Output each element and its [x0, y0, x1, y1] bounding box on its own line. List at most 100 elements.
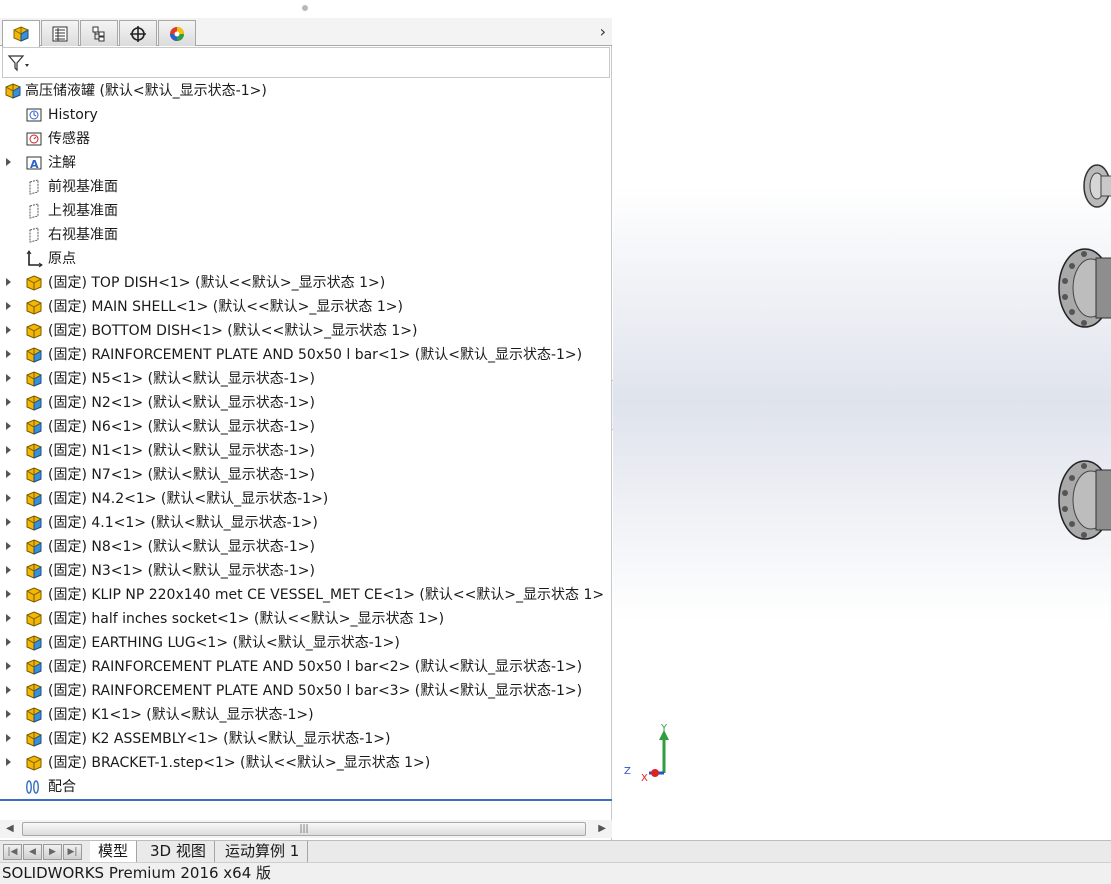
- filter-icon[interactable]: [7, 54, 31, 72]
- tree-item[interactable]: (固定) K2 ASSEMBLY<1> (默认<默认_显示状态-1>): [0, 727, 612, 751]
- assembly-icon: [26, 395, 42, 411]
- tree-item-label: (固定) N8<1> (默认<默认_显示状态-1>): [48, 539, 315, 555]
- tree-item-label: (固定) N6<1> (默认<默认_显示状态-1>): [48, 419, 315, 435]
- tree-item[interactable]: (固定) N2<1> (默认<默认_显示状态-1>): [0, 391, 612, 415]
- nozzle-flange-upper: [1058, 248, 1111, 328]
- graphics-area[interactable]: Y Z X: [613, 0, 1111, 840]
- tree-item-label: (固定) RAINFORCEMENT PLATE AND 50x50 l bar…: [48, 659, 583, 675]
- expand-arrow-icon[interactable]: [6, 518, 11, 526]
- tree-filter[interactable]: [2, 47, 610, 78]
- tree-item[interactable]: (固定) KLIP NP 220x140 met CE VESSEL_MET C…: [0, 583, 612, 607]
- model-view: Y Z X: [624, 164, 1111, 784]
- expand-arrow-icon[interactable]: [6, 422, 11, 430]
- tree-item[interactable]: (固定) N3<1> (默认<默认_显示状态-1>): [0, 559, 612, 583]
- part-icon: [26, 323, 42, 339]
- panel-grip[interactable]: [0, 0, 612, 18]
- expand-arrow-icon[interactable]: [6, 686, 11, 694]
- scroll-left-icon[interactable]: ◀: [6, 823, 14, 834]
- plane-icon: [29, 179, 39, 195]
- expand-arrow-icon[interactable]: [6, 374, 11, 382]
- dimxpert-tab[interactable]: [119, 20, 157, 46]
- tree-item[interactable]: A 注解: [0, 151, 612, 175]
- tree-item[interactable]: 前视基准面: [0, 175, 612, 199]
- tree-item[interactable]: (固定) EARTHING LUG<1> (默认<默认_显示状态-1>): [0, 631, 612, 655]
- expand-arrow-icon[interactable]: [6, 278, 11, 286]
- tree-item[interactable]: 上视基准面: [0, 199, 612, 223]
- expand-arrow-icon[interactable]: [6, 758, 11, 766]
- expand-arrow-icon[interactable]: [6, 614, 11, 622]
- assembly-icon: [26, 635, 42, 651]
- tree-item-label: (固定) KLIP NP 220x140 met CE VESSEL_MET C…: [48, 587, 605, 603]
- chevron-right-icon[interactable]: ›: [600, 22, 606, 41]
- tree-item[interactable]: 原点: [0, 247, 612, 271]
- configurationmanager-tab[interactable]: [80, 20, 118, 46]
- assembly-icon: [26, 491, 42, 507]
- tree-item[interactable]: (固定) N5<1> (默认<默认_显示状态-1>): [0, 367, 612, 391]
- tree-item-label: 传感器: [48, 131, 90, 147]
- tree-item[interactable]: (固定) 4.1<1> (默认<默认_显示状态-1>): [0, 511, 612, 535]
- mates-icon: [26, 780, 39, 794]
- expand-arrow-icon[interactable]: [6, 470, 11, 478]
- expand-arrow-icon[interactable]: [6, 446, 11, 454]
- next-tab-icon[interactable]: ▶: [43, 844, 62, 860]
- expand-arrow-icon[interactable]: [6, 638, 11, 646]
- propertymanager-tab[interactable]: [41, 20, 79, 46]
- display-manager-tab[interactable]: [158, 20, 196, 46]
- tree-item[interactable]: 右视基准面: [0, 223, 612, 247]
- expand-arrow-icon[interactable]: [6, 590, 11, 598]
- part-icon: [26, 299, 42, 315]
- tab-motion-study[interactable]: 运动算例 1: [217, 841, 309, 863]
- tree-item[interactable]: History: [0, 103, 612, 127]
- tree-item[interactable]: (固定) RAINFORCEMENT PLATE AND 50x50 l bar…: [0, 343, 612, 367]
- tab-model[interactable]: 模型: [90, 841, 138, 863]
- expand-arrow-icon[interactable]: [6, 662, 11, 670]
- expand-arrow-icon[interactable]: [6, 398, 11, 406]
- scrollbar-thumb[interactable]: |||: [22, 822, 586, 836]
- horizontal-scrollbar[interactable]: ◀ ||| ▶: [0, 820, 612, 838]
- tree-item[interactable]: (固定) N6<1> (默认<默认_显示状态-1>): [0, 415, 612, 439]
- tree-item[interactable]: (固定) N1<1> (默认<默认_显示状态-1>): [0, 439, 612, 463]
- tree-item-label: (固定) K1<1> (默认<默认_显示状态-1>): [48, 707, 314, 723]
- tree-item[interactable]: (固定) N7<1> (默认<默认_显示状态-1>): [0, 463, 612, 487]
- last-tab-icon[interactable]: ▶|: [63, 844, 82, 860]
- expand-arrow-icon[interactable]: [6, 566, 11, 574]
- expand-arrow-icon[interactable]: [6, 734, 11, 742]
- part-icon: [26, 587, 42, 603]
- assembly-icon: [26, 563, 42, 579]
- tree-item[interactable]: (固定) N8<1> (默认<默认_显示状态-1>): [0, 535, 612, 559]
- expand-arrow-icon[interactable]: [6, 158, 11, 166]
- sensor-icon: [26, 132, 42, 146]
- tree-item[interactable]: (固定) half inches socket<1> (默认<<默认>_显示状态…: [0, 607, 612, 631]
- scroll-right-icon[interactable]: ▶: [598, 823, 606, 834]
- tab-3d-view[interactable]: 3D 视图: [142, 841, 215, 863]
- tree-end-marker: [0, 799, 612, 801]
- plane-icon: [29, 227, 39, 243]
- assembly-icon: [26, 707, 42, 723]
- tree-item[interactable]: (固定) N4.2<1> (默认<默认_显示状态-1>): [0, 487, 612, 511]
- prev-tab-icon[interactable]: ◀: [23, 844, 42, 860]
- tree-item[interactable]: (固定) BRACKET-1.step<1> (默认<<默认>_显示状态 1>): [0, 751, 612, 775]
- expand-arrow-icon[interactable]: [6, 326, 11, 334]
- tree-item-label: (固定) 4.1<1> (默认<默认_显示状态-1>): [48, 515, 318, 531]
- expand-arrow-icon[interactable]: [6, 350, 11, 358]
- tree-item[interactable]: (固定) RAINFORCEMENT PLATE AND 50x50 l bar…: [0, 655, 612, 679]
- tree-item[interactable]: (固定) TOP DISH<1> (默认<<默认>_显示状态 1>): [0, 271, 612, 295]
- featuremanager-tab[interactable]: [2, 20, 40, 47]
- tree-item[interactable]: (固定) MAIN SHELL<1> (默认<<默认>_显示状态 1>): [0, 295, 612, 319]
- expand-arrow-icon[interactable]: [6, 494, 11, 502]
- assembly-icon: [26, 683, 42, 699]
- assembly-icon: [26, 419, 42, 435]
- tree-root-item[interactable]: 高压储液罐 (默认<默认_显示状态-1>): [0, 79, 612, 103]
- tree-item-label: (固定) BRACKET-1.step<1> (默认<<默认>_显示状态 1>): [48, 755, 431, 771]
- tree-item[interactable]: 配合: [0, 775, 612, 799]
- nozzle-flange-lower: [1058, 460, 1111, 540]
- expand-arrow-icon[interactable]: [6, 710, 11, 718]
- expand-arrow-icon[interactable]: [6, 542, 11, 550]
- tree-item[interactable]: (固定) K1<1> (默认<默认_显示状态-1>): [0, 703, 612, 727]
- tree-item[interactable]: (固定) RAINFORCEMENT PLATE AND 50x50 l bar…: [0, 679, 612, 703]
- expand-arrow-icon[interactable]: [6, 302, 11, 310]
- first-tab-icon[interactable]: |◀: [3, 844, 22, 860]
- part-icon: [26, 611, 42, 627]
- tree-item[interactable]: 传感器: [0, 127, 612, 151]
- tree-item[interactable]: (固定) BOTTOM DISH<1> (默认<<默认>_显示状态 1>): [0, 319, 612, 343]
